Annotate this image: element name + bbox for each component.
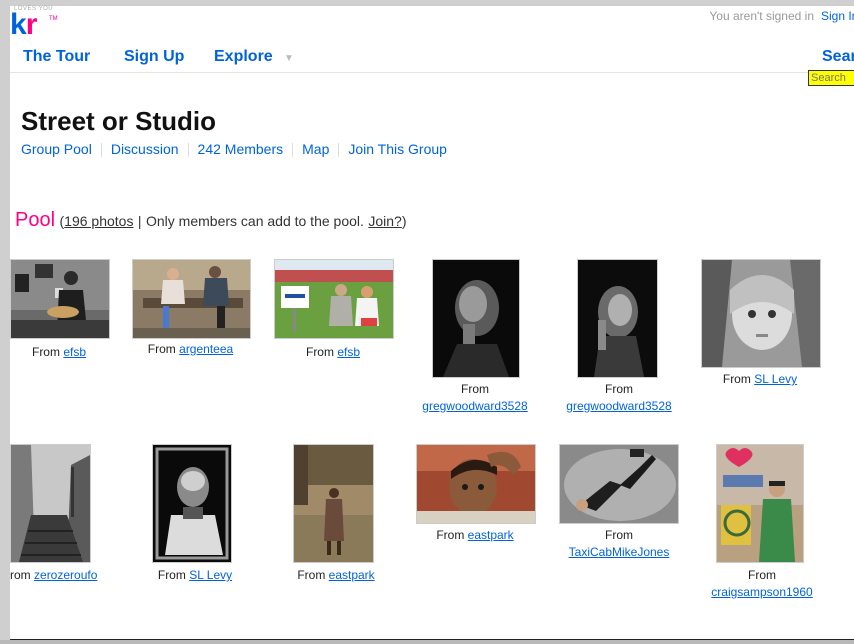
pool-paren-close: ) <box>401 213 407 229</box>
pool-photo-thumbnail[interactable] <box>577 259 658 378</box>
group-subnav: Group Pool Discussion 242 Members Map Join T… <box>21 141 447 158</box>
pool-separator: | <box>137 213 142 229</box>
photo-author-link[interactable]: eastpark <box>468 528 514 542</box>
subnav-members[interactable]: 242 Members <box>198 141 284 157</box>
photo-author-link[interactable]: craigsampson1960 <box>711 585 812 599</box>
photo-author-link[interactable]: efsb <box>337 345 360 359</box>
photo-caption: From gregwoodward3528 <box>422 382 528 413</box>
pool-header: Pool (196 photos | Only members can add … <box>15 209 407 232</box>
logo-wordmark: kr <box>10 8 37 41</box>
search-input[interactable] <box>808 70 854 86</box>
photo-caption: From craigsampson1960 <box>711 568 813 599</box>
photo-author-link[interactable]: gregwoodward3528 <box>566 399 671 413</box>
photo-caption: From efsb <box>31 345 87 359</box>
window-frame-bottom <box>0 640 854 644</box>
pool-title: Pool <box>15 209 56 231</box>
pool-photo-thumbnail[interactable] <box>293 444 374 563</box>
subnav-divider <box>338 143 340 158</box>
photo-author-link[interactable]: SL Levy <box>754 372 797 386</box>
photo-caption: From SL Levy <box>157 568 233 582</box>
window-frame-top <box>0 0 854 6</box>
subnav-join-group[interactable]: Join This Group <box>348 141 447 157</box>
pool-photo-thumbnail[interactable] <box>132 259 251 339</box>
pool-join-link[interactable]: Join? <box>368 213 401 229</box>
photo-caption: From eastpark <box>297 568 375 582</box>
nav-signup-link[interactable]: Sign Up <box>124 48 184 66</box>
photo-caption: From gregwoodward3528 <box>566 382 672 413</box>
subnav-group-pool[interactable]: Group Pool <box>21 141 92 157</box>
pool-photo-thumbnail[interactable] <box>152 444 232 563</box>
photo-author-link[interactable]: efsb <box>63 345 86 359</box>
photo-author-link[interactable]: TaxiCabMikeJones <box>569 545 670 559</box>
photo-caption: From eastpark <box>436 528 514 542</box>
subnav-divider <box>100 143 102 158</box>
group-title: Street or Studio <box>21 106 217 136</box>
photo-caption: From efsb <box>305 345 361 359</box>
pool-photo-thumbnail[interactable] <box>701 259 821 368</box>
pool-photo-thumbnail[interactable] <box>10 259 110 339</box>
sign-in-link[interactable]: Sign In <box>821 9 854 23</box>
photo-caption: rom zerozeroufo <box>10 568 98 582</box>
nav-tour-link[interactable]: The Tour <box>23 48 90 66</box>
pool-members-note: Only members can add to the pool. <box>146 213 364 229</box>
pool-photo-thumbnail[interactable] <box>416 444 536 524</box>
pool-photo-thumbnail[interactable] <box>559 444 679 524</box>
window-frame-left <box>0 0 10 644</box>
nav-explore-link[interactable]: Explore <box>214 48 273 66</box>
photo-caption: From TaxiCabMikeJones <box>568 528 670 559</box>
signed-out-notice: You aren't signed in <box>709 9 814 23</box>
subnav-map[interactable]: Map <box>302 141 329 157</box>
pool-photos-link[interactable]: 196 photos <box>64 213 133 229</box>
subnav-divider <box>187 143 189 158</box>
photo-caption: From SL Levy <box>722 372 798 386</box>
chevron-down-icon[interactable]: ▼ <box>284 53 294 64</box>
nav-divider <box>10 72 854 73</box>
pool-photo-thumbnail[interactable] <box>432 259 520 378</box>
photo-author-link[interactable]: argenteea <box>179 342 233 356</box>
nav-search-link[interactable]: Search <box>822 48 854 66</box>
pool-photo-thumbnail[interactable] <box>274 259 394 339</box>
logo-trademark: TM <box>49 16 58 22</box>
subnav-discussion[interactable]: Discussion <box>111 141 179 157</box>
pool-photo-thumbnail[interactable] <box>10 444 91 563</box>
photo-author-link[interactable]: gregwoodward3528 <box>422 399 527 413</box>
pool-photo-thumbnail[interactable] <box>716 444 804 563</box>
subnav-divider <box>292 143 294 158</box>
photo-caption: From argenteea <box>147 342 234 356</box>
photo-author-link[interactable]: zerozeroufo <box>34 568 97 582</box>
flickr-logo[interactable]: LOVES YOU kr TM <box>10 4 70 41</box>
photo-author-link[interactable]: eastpark <box>329 568 375 582</box>
photo-author-link[interactable]: SL Levy <box>189 568 232 582</box>
